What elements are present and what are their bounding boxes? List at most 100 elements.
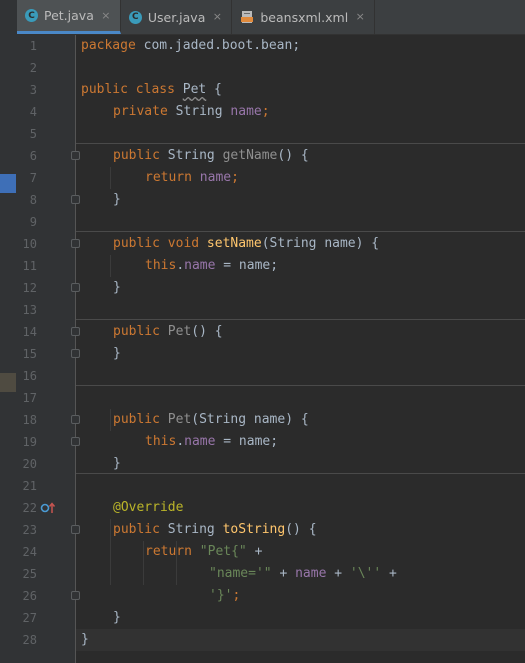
- line-number: 13: [22, 303, 37, 317]
- line-number: 27: [22, 611, 37, 625]
- constructor-name: Pet: [167, 412, 192, 427]
- semicolon: ;: [231, 170, 239, 185]
- method-name: getName: [222, 148, 278, 163]
- tab-beansxml[interactable]: beansxml.xml ×: [232, 0, 376, 34]
- line-number: 7: [29, 171, 37, 185]
- semicolon: ;: [261, 104, 270, 119]
- line-number: 14: [22, 325, 37, 339]
- type-name: String: [159, 148, 223, 163]
- line-number-gutter: 1 2 3 4 5 6 7 8 9 10 11 12 13 14 15 16 1…: [17, 35, 80, 663]
- close-icon[interactable]: ×: [100, 9, 112, 22]
- code-line: '}';: [76, 585, 525, 607]
- strip-marker[interactable]: [0, 373, 16, 392]
- code-text: (String name) {: [261, 236, 380, 251]
- method-name: setName: [206, 236, 262, 251]
- class-icon: C: [128, 10, 142, 24]
- class-icon: C: [25, 9, 38, 22]
- semicolon: ;: [232, 588, 241, 603]
- line-number: 8: [29, 193, 37, 207]
- keyword: this: [145, 434, 177, 449]
- code-line: public Pet() {: [76, 321, 525, 343]
- line-number: 18: [22, 413, 37, 427]
- keyword: public void: [113, 236, 200, 251]
- line-number: 20: [22, 457, 37, 471]
- code-text: .: [176, 258, 185, 273]
- code-line: }: [113, 456, 121, 471]
- code-line: public class Pet {: [76, 79, 525, 101]
- line-number: 21: [22, 479, 37, 493]
- line-number: 11: [22, 259, 37, 273]
- code-line: public String toString() {: [76, 519, 525, 541]
- line-number: 15: [22, 347, 37, 361]
- code-text: {: [206, 82, 222, 97]
- keyword: public: [113, 412, 160, 427]
- field-name: name: [295, 566, 327, 581]
- constructor-name: Pet: [167, 324, 192, 339]
- annotation: @Override: [113, 500, 184, 515]
- line-number: 26: [22, 589, 37, 603]
- code-line: package com.jaded.boot.bean;: [76, 35, 525, 57]
- line-number: 22: [22, 501, 37, 515]
- keyword: this: [145, 258, 177, 273]
- close-icon[interactable]: ×: [354, 11, 366, 23]
- line-number: 25: [22, 567, 37, 581]
- method-name: toString: [222, 522, 286, 537]
- string-literal: "name='": [209, 566, 272, 581]
- code-text: () {: [285, 522, 317, 537]
- tab-label: User.java: [147, 9, 206, 25]
- keyword: private: [113, 104, 168, 119]
- type-name: String: [159, 522, 223, 537]
- xml-file-icon: [241, 11, 254, 23]
- keyword: public: [113, 324, 160, 339]
- keyword: public: [113, 522, 160, 537]
- code-text: .: [176, 434, 185, 449]
- code-text: +: [381, 566, 397, 581]
- code-line: private String name;: [76, 101, 525, 123]
- code-line: }: [113, 346, 121, 361]
- line-number: 4: [29, 105, 37, 119]
- line-number: 2: [29, 61, 37, 75]
- strip-marker-selected[interactable]: [0, 174, 16, 193]
- close-icon[interactable]: ×: [211, 11, 223, 23]
- string-literal: '}': [209, 588, 233, 603]
- tool-window-strip: [0, 0, 18, 663]
- line-number: 3: [29, 83, 37, 97]
- keyword: return: [145, 544, 192, 559]
- code-line: this.name = name;: [76, 431, 525, 453]
- line-number: 19: [22, 435, 37, 449]
- line-number: 16: [22, 369, 37, 383]
- code-text: (String name) {: [191, 412, 309, 427]
- line-number: 1: [29, 39, 37, 53]
- field-name: name: [184, 258, 216, 273]
- code-text: () {: [191, 324, 223, 339]
- code-line: return name;: [76, 167, 525, 189]
- code-line: public Pet(String name) {: [76, 409, 525, 431]
- code-line: }: [113, 192, 121, 207]
- tab-label: beansxml.xml: [260, 9, 349, 25]
- line-number: 23: [22, 523, 37, 537]
- string-literal: '\'': [349, 566, 382, 581]
- override-gutter-icon[interactable]: [39, 501, 57, 515]
- type-name: String: [167, 104, 231, 119]
- line-number: 10: [22, 237, 37, 251]
- editor-tab-bar: C Pet.java × C User.java × beansxml.xml …: [17, 0, 525, 35]
- code-text-area[interactable]: package com.jaded.boot.bean; public clas…: [76, 35, 525, 663]
- code-text: = name;: [215, 258, 279, 273]
- line-number: 5: [29, 127, 37, 141]
- code-text: +: [271, 566, 296, 581]
- line-number: 17: [22, 391, 37, 405]
- code-text: () {: [277, 148, 309, 163]
- code-line: }: [81, 632, 89, 647]
- line-number: 28: [22, 633, 37, 647]
- code-text: +: [326, 566, 350, 581]
- code-line: public String getName() {: [76, 145, 525, 167]
- tab-pet-java[interactable]: C Pet.java ×: [17, 0, 121, 34]
- line-number: 24: [22, 545, 37, 559]
- field-name: name: [230, 104, 262, 119]
- keyword: package: [81, 38, 136, 53]
- tab-user-java[interactable]: C User.java ×: [121, 0, 233, 34]
- code-line: "name='" + name + '\'' +: [76, 563, 525, 585]
- line-number: 6: [29, 149, 37, 163]
- code-line: public void setName(String name) {: [76, 233, 525, 255]
- code-editor[interactable]: 1 2 3 4 5 6 7 8 9 10 11 12 13 14 15 16 1…: [17, 35, 525, 663]
